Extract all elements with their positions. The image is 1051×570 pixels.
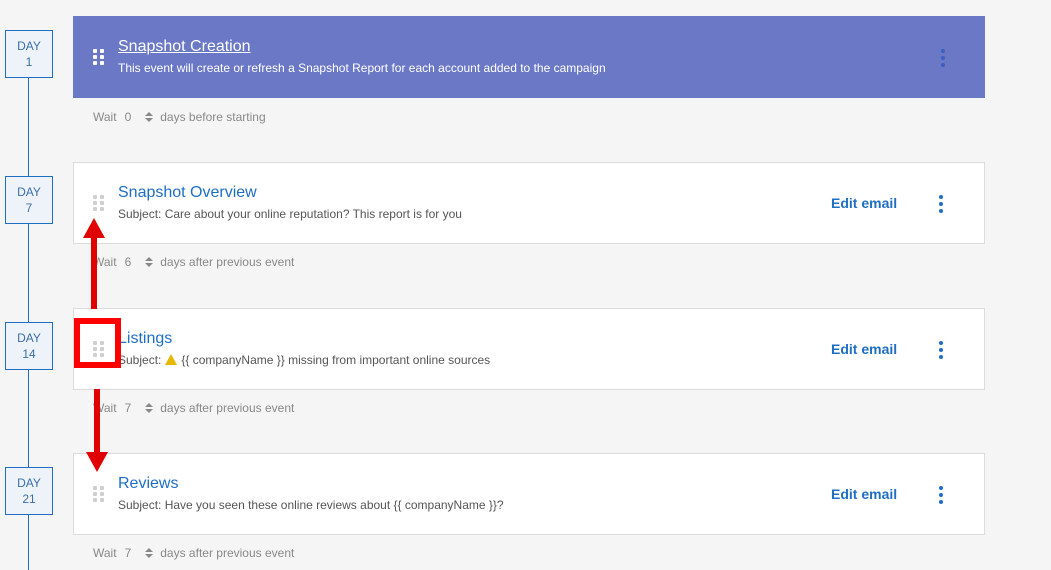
stepper-icon[interactable] bbox=[145, 257, 154, 267]
event-subtitle: {{ companyName }} missing from important… bbox=[181, 353, 491, 367]
wait-days-input[interactable]: 0 bbox=[125, 110, 132, 124]
event-subtitle: Subject: Care about your online reputati… bbox=[118, 207, 462, 221]
wait-row: Wait 7 days after previous event bbox=[93, 546, 294, 560]
event-card-reviews[interactable]: Reviews Subject: Have you seen these onl… bbox=[73, 453, 985, 535]
subject-prefix: Subject: bbox=[118, 353, 162, 367]
highlight-box bbox=[74, 318, 121, 368]
day-badge: DAY 14 bbox=[5, 322, 53, 370]
stepper-icon[interactable] bbox=[145, 403, 154, 413]
wait-row: Wait 7 days after previous event bbox=[93, 401, 294, 415]
wait-suffix: days before starting bbox=[160, 110, 266, 124]
edit-email-button[interactable]: Edit email bbox=[831, 195, 897, 211]
event-title[interactable]: Snapshot Creation bbox=[118, 38, 251, 56]
drag-handle-icon[interactable] bbox=[93, 486, 105, 502]
day-badge: DAY 1 bbox=[5, 30, 53, 78]
edit-email-button[interactable]: Edit email bbox=[831, 341, 897, 357]
wait-days-input[interactable]: 6 bbox=[125, 255, 132, 269]
wait-suffix: days after previous event bbox=[160, 401, 295, 415]
drag-handle-icon[interactable] bbox=[93, 195, 105, 211]
event-card-snapshot-overview[interactable]: Snapshot Overview Subject: Care about yo… bbox=[73, 162, 985, 244]
event-subtitle-row: Subject: {{ companyName }} missing from i… bbox=[118, 353, 490, 367]
wait-suffix: days after previous event bbox=[160, 255, 295, 269]
event-subtitle: Subject: Have you seen these online revi… bbox=[118, 498, 504, 512]
more-vertical-icon[interactable] bbox=[938, 195, 944, 213]
day-badge-label: DAY bbox=[17, 331, 41, 345]
wait-row: Wait 0 days before starting bbox=[93, 110, 266, 124]
day-badge-number: 14 bbox=[22, 347, 36, 361]
event-subtitle: This event will create or refresh a Snap… bbox=[118, 61, 606, 75]
stepper-icon[interactable] bbox=[145, 112, 154, 122]
event-card-listings[interactable]: Listings Subject: {{ companyName }} missi… bbox=[73, 308, 985, 390]
day-badge-number: 1 bbox=[25, 55, 33, 69]
arrow-down-shaft bbox=[94, 389, 100, 453]
more-vertical-icon[interactable] bbox=[940, 49, 946, 67]
event-card-snapshot-creation[interactable]: Snapshot Creation This event will create… bbox=[73, 16, 985, 98]
day-badge: DAY 7 bbox=[5, 176, 53, 224]
wait-suffix: days after previous event bbox=[160, 546, 295, 560]
wait-row: Wait 6 days after previous event bbox=[93, 255, 294, 269]
wait-days-input[interactable]: 7 bbox=[125, 401, 132, 415]
event-title[interactable]: Snapshot Overview bbox=[118, 184, 257, 202]
wait-label: Wait bbox=[93, 110, 117, 124]
event-title[interactable]: Listings bbox=[118, 330, 172, 348]
wait-days-input[interactable]: 7 bbox=[125, 546, 132, 560]
event-title[interactable]: Reviews bbox=[118, 475, 178, 493]
stepper-icon[interactable] bbox=[145, 548, 154, 558]
day-badge-label: DAY bbox=[17, 39, 41, 53]
day-badge-label: DAY bbox=[17, 185, 41, 199]
wait-label: Wait bbox=[93, 546, 117, 560]
day-badge-number: 21 bbox=[22, 492, 36, 506]
day-badge-number: 7 bbox=[25, 201, 33, 215]
arrow-up-shaft bbox=[91, 233, 97, 309]
warning-icon bbox=[165, 354, 178, 365]
day-badge-label: DAY bbox=[17, 476, 41, 490]
drag-handle-icon[interactable] bbox=[93, 49, 105, 65]
edit-email-button[interactable]: Edit email bbox=[831, 486, 897, 502]
day-badge: DAY 21 bbox=[5, 467, 53, 515]
arrow-down-icon bbox=[86, 452, 108, 472]
more-vertical-icon[interactable] bbox=[938, 341, 944, 359]
more-vertical-icon[interactable] bbox=[938, 486, 944, 504]
